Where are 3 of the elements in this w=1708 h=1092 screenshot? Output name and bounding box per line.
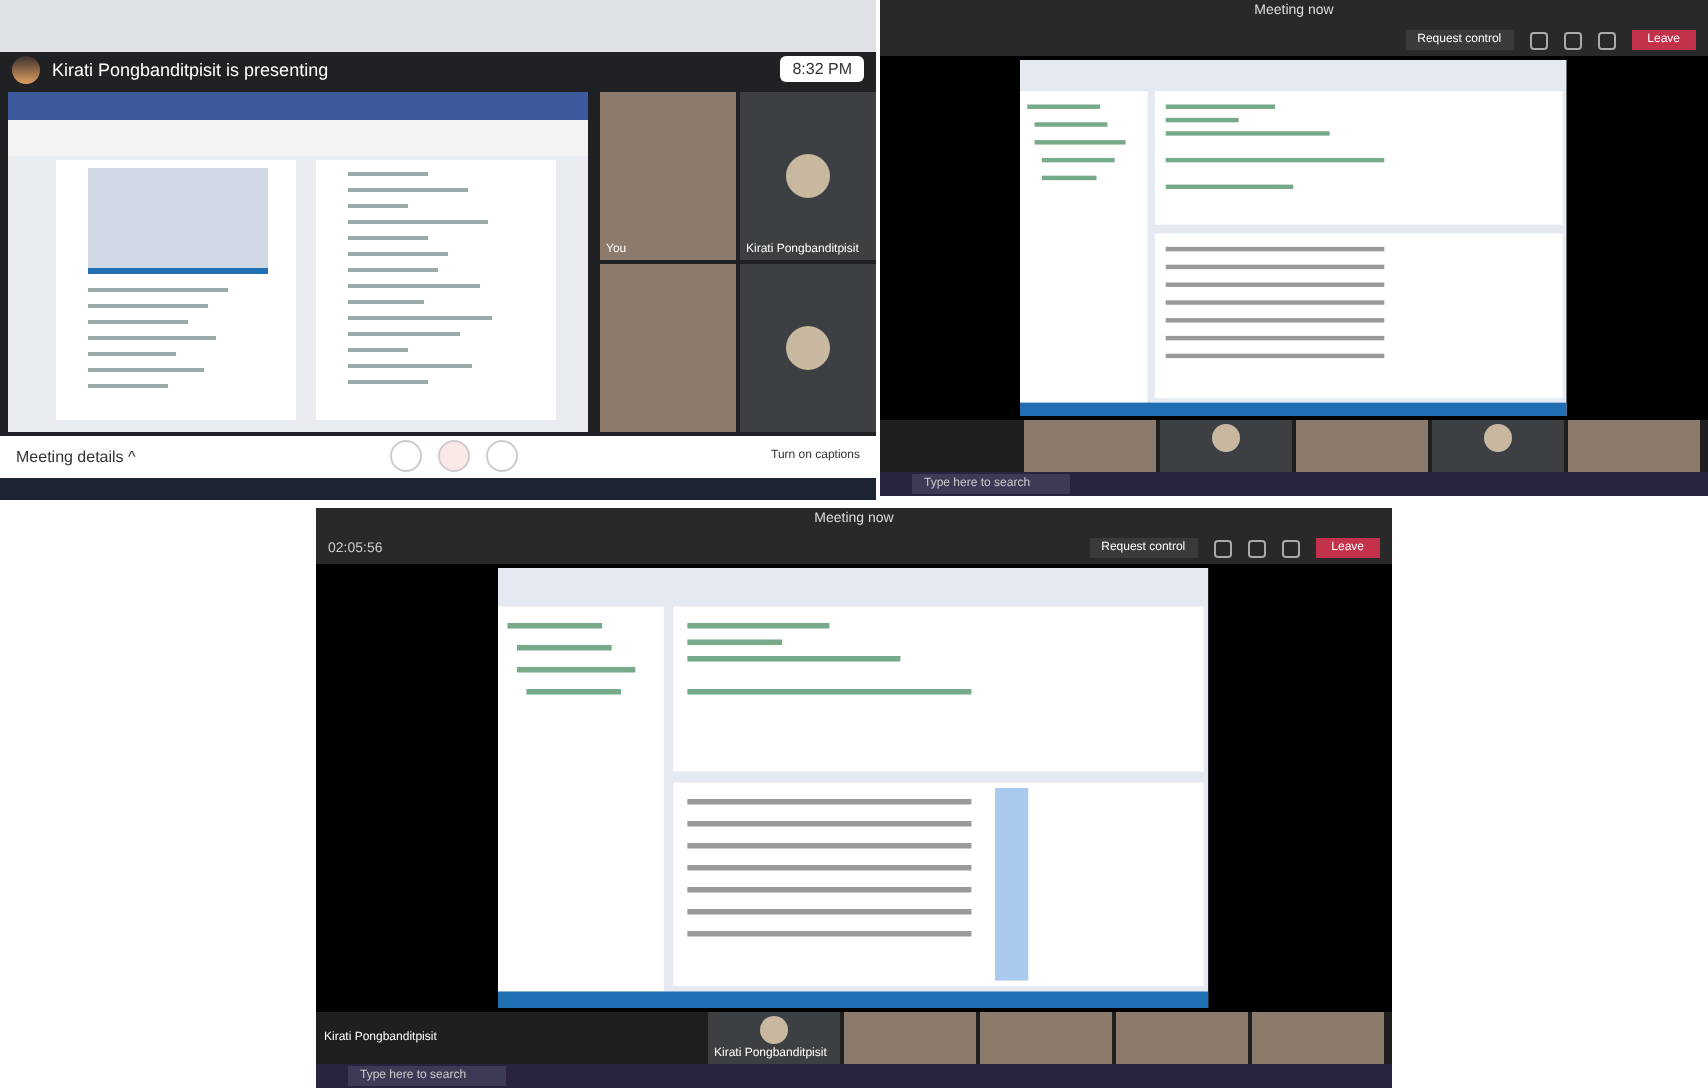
- meeting-details-button[interactable]: Meeting details ^: [16, 447, 136, 466]
- time-label: 8:32 PM: [780, 56, 864, 83]
- presenting-label: Kirati Pongbanditpisit is presenting: [52, 59, 329, 80]
